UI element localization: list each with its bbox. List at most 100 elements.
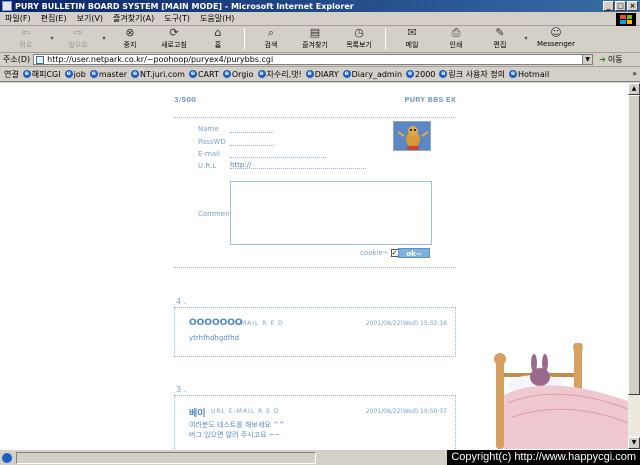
cartoon-creature-icon [394,122,430,150]
messenger-person-icon: ☺ [550,26,562,39]
back-arrow-icon: ⇦ [21,26,31,39]
minimize-button[interactable]: _ [603,1,614,11]
ie-link-icon: e [342,70,351,78]
ok-submit-button[interactable]: ok~ [398,248,430,258]
print-button[interactable]: ⎙ 인쇄 [434,27,478,50]
post-count: 3/500 [174,96,197,104]
window-title-bar: PURY BULLETIN BOARD SYSTEM [MAIN MODE] -… [0,0,640,12]
history-button[interactable]: ◷ 목록보기 [337,27,381,50]
favorites-folder-icon: ▤ [309,26,321,39]
link-item[interactable]: e 2000 [406,70,435,79]
entry-links[interactable]: URL E-MAIL R E D [211,408,279,415]
messenger-button[interactable]: ☺ Messenger [530,26,582,49]
links-more-chevron[interactable]: » [632,69,637,78]
menu-favorites[interactable]: 즐겨찾기(A) [108,13,159,24]
refresh-button[interactable]: ⟳ 새로고침 [152,27,196,50]
link-item[interactable]: e 링크 사용자 정의 [439,69,505,80]
vertical-scrollbar[interactable]: ▲ ▼ [628,83,640,449]
link-item[interactable]: e 차수리,댓! [257,69,302,80]
ie-link-icon: e [439,70,448,78]
link-item[interactable]: e master [89,70,127,79]
menu-edit[interactable]: 편집(E) [36,13,72,24]
ie-link-icon: e [64,70,73,78]
ie-link-icon: e [406,70,415,78]
menu-bar: 파일(F) 편집(E) 보기(V) 즐겨찾기(A) 도구(T) 도움말(H) [0,12,640,26]
toolbar-separator [385,28,386,50]
toolbar-separator [244,28,245,50]
mail-icon: ✉ [407,26,417,39]
scroll-up-icon[interactable]: ▲ [628,83,640,95]
printer-icon: ⎙ [451,26,461,39]
ie-link-icon: e [89,70,98,78]
maximize-button[interactable]: □ [615,1,626,11]
menu-help[interactable]: 도움말(H) [195,13,239,24]
close-button[interactable]: × [627,1,638,11]
home-button[interactable]: ⌂ 홈 [196,27,240,50]
link-item[interactable]: e Orgio [222,70,254,79]
divider [174,267,456,268]
ie-status-icon [2,452,12,463]
list-item: 베이 URL E-MAIL R E D 2001/08/22(Wed) 10:5… [174,395,456,449]
ie-link-icon: e [257,70,266,78]
edit-dropdown-icon[interactable]: ▾ [522,35,530,42]
address-url[interactable]: http://user.netpark.co.kr/~poohoop/purye… [47,55,273,64]
link-item[interactable]: e NT.juri.com [131,70,185,79]
status-panel [16,452,316,464]
entry-links[interactable]: E-MAIL R E D [233,320,284,327]
mail-button[interactable]: ✉ 메일 [390,27,434,50]
link-item[interactable]: e job [64,70,86,79]
search-button[interactable]: ⌕ 검색 [249,27,293,50]
favorites-button[interactable]: ▤ 즐겨찾기 [293,27,337,50]
go-button[interactable]: ➔ 이동 [599,54,622,65]
entry-date: 2001/08/22(Wed) 15:02:16 [365,320,447,327]
ie-link-icon: e [508,70,517,78]
entry-number: 4 . [176,297,187,306]
ie-page-icon [2,1,12,11]
window-controls: _ □ × [603,1,638,11]
forward-arrow-icon: ⇨ [73,26,83,39]
board-name: PURY BBS EX [404,96,456,104]
url-input[interactable]: http:// [230,161,366,169]
address-input[interactable]: http://user.netpark.co.kr/~poohoop/purye… [33,54,594,65]
email-label: E-mail [198,150,220,158]
scroll-thumb[interactable] [628,95,640,395]
scroll-down-icon[interactable]: ▼ [628,437,640,449]
menu-view[interactable]: 보기(V) [72,13,108,24]
back-dropdown-icon[interactable]: ▾ [48,35,56,42]
cookie-option: cookie~ ✓ [360,249,399,257]
divider [174,117,456,118]
forward-dropdown-icon[interactable]: ▾ [100,35,108,42]
links-label: 연결 [4,69,19,79]
entry-body: ytrhfhdhgdfhd [189,334,240,342]
link-item[interactable]: e 해피CGI [22,69,61,80]
window-title: PURY BULLETIN BOARD SYSTEM [MAIN MODE] -… [15,1,354,11]
cookie-label: cookie~ [360,249,389,257]
history-icon: ◷ [354,26,364,39]
back-button[interactable]: ⇦ 뒤로 [4,27,48,50]
edit-button[interactable]: ✎ 편집 [478,27,522,50]
link-item[interactable]: e Diary_admin [342,70,402,79]
status-bar: Copyright(c) http://www.happycgi.com [0,449,640,465]
go-arrow-icon: ➔ [599,55,606,64]
name-input[interactable] [230,125,274,133]
ie-link-icon: e [22,70,31,78]
stop-icon: ⊗ [125,26,135,39]
email-input[interactable] [230,150,326,158]
forward-button[interactable]: ⇨ 앞으로 [56,27,100,50]
stop-button[interactable]: ⊗ 중지 [108,27,152,50]
link-item[interactable]: e DIARY [305,70,339,79]
entry-author[interactable]: 베이 [189,406,206,419]
menu-file[interactable]: 파일(F) [0,13,36,24]
search-icon: ⌕ [267,26,275,39]
link-item[interactable]: e CART [188,70,219,79]
ie-link-icon: e [131,70,140,78]
comment-textarea[interactable] [230,181,432,245]
password-label: PassWD [198,138,226,146]
menu-tools[interactable]: 도구(T) [159,13,195,24]
address-dropdown-icon[interactable]: ▼ [582,55,593,64]
password-input[interactable] [230,138,274,146]
list-item: OOOOOOO E-MAIL R E D 2001/08/22(Wed) 15:… [174,307,456,357]
entry-number: 3 . [176,385,187,394]
link-item[interactable]: e Hotmail [508,70,549,79]
page-icon [36,55,45,64]
